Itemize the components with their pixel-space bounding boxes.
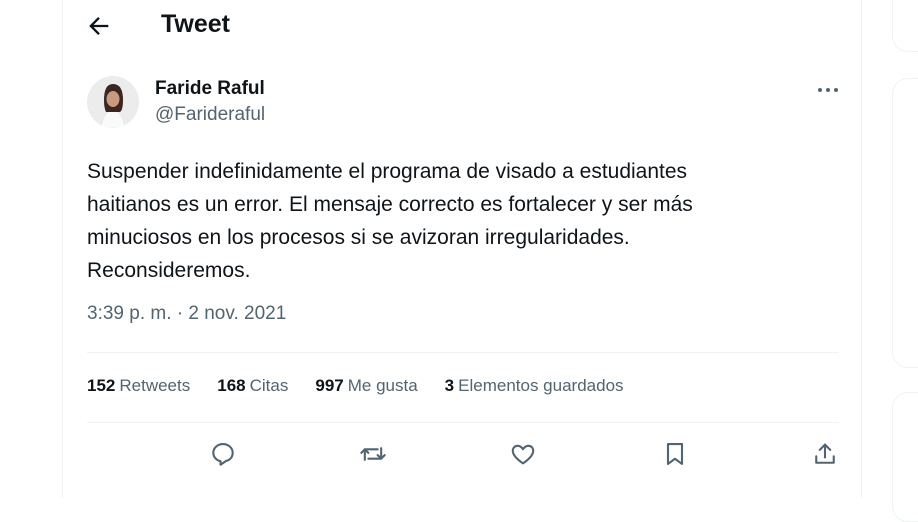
stat-quotes[interactable]: 168 Citas [217,376,288,396]
tweet-timestamp[interactable]: 3:39 p. m. · 2 nov. 2021 [87,303,286,325]
bookmark-icon [666,443,684,465]
sidebar-card-edge [892,78,918,368]
sidebar-card-edge [892,392,918,522]
divider [87,422,839,423]
more-options-button[interactable] [815,80,841,100]
retweet-icon [360,447,386,461]
share-button[interactable] [811,440,839,468]
tweet-column: Tweet Faride Raful @Farideraful Suspende… [62,0,862,498]
back-button[interactable] [85,12,113,40]
share-icon [815,443,835,464]
retweet-button[interactable] [359,440,387,468]
tweet-stats: 152 Retweets 168 Citas 997 Me gusta 3 Elemen… [87,376,624,396]
reply-icon [212,443,234,466]
bookmark-button[interactable] [661,440,689,468]
stat-likes[interactable]: 997 Me gusta [315,376,417,396]
reply-button[interactable] [209,440,237,468]
author-name[interactable]: Faride Raful [155,78,265,100]
divider [87,352,839,353]
action-bar [87,436,839,472]
header: Tweet [63,0,861,52]
stat-bookmarks[interactable]: 3 Elementos guardados [445,376,624,396]
page-title: Tweet [161,10,230,38]
arrow-left-icon [89,17,109,35]
like-button[interactable] [509,440,537,468]
more-icon [818,88,838,92]
like-icon [511,444,535,465]
tweet-text: Suspender indefinidamente el programa de… [87,160,693,282]
stat-retweets[interactable]: 152 Retweets [87,376,190,396]
author-handle[interactable]: @Farideraful [155,104,265,126]
sidebar-search-edge [892,0,918,52]
avatar[interactable] [87,76,139,128]
